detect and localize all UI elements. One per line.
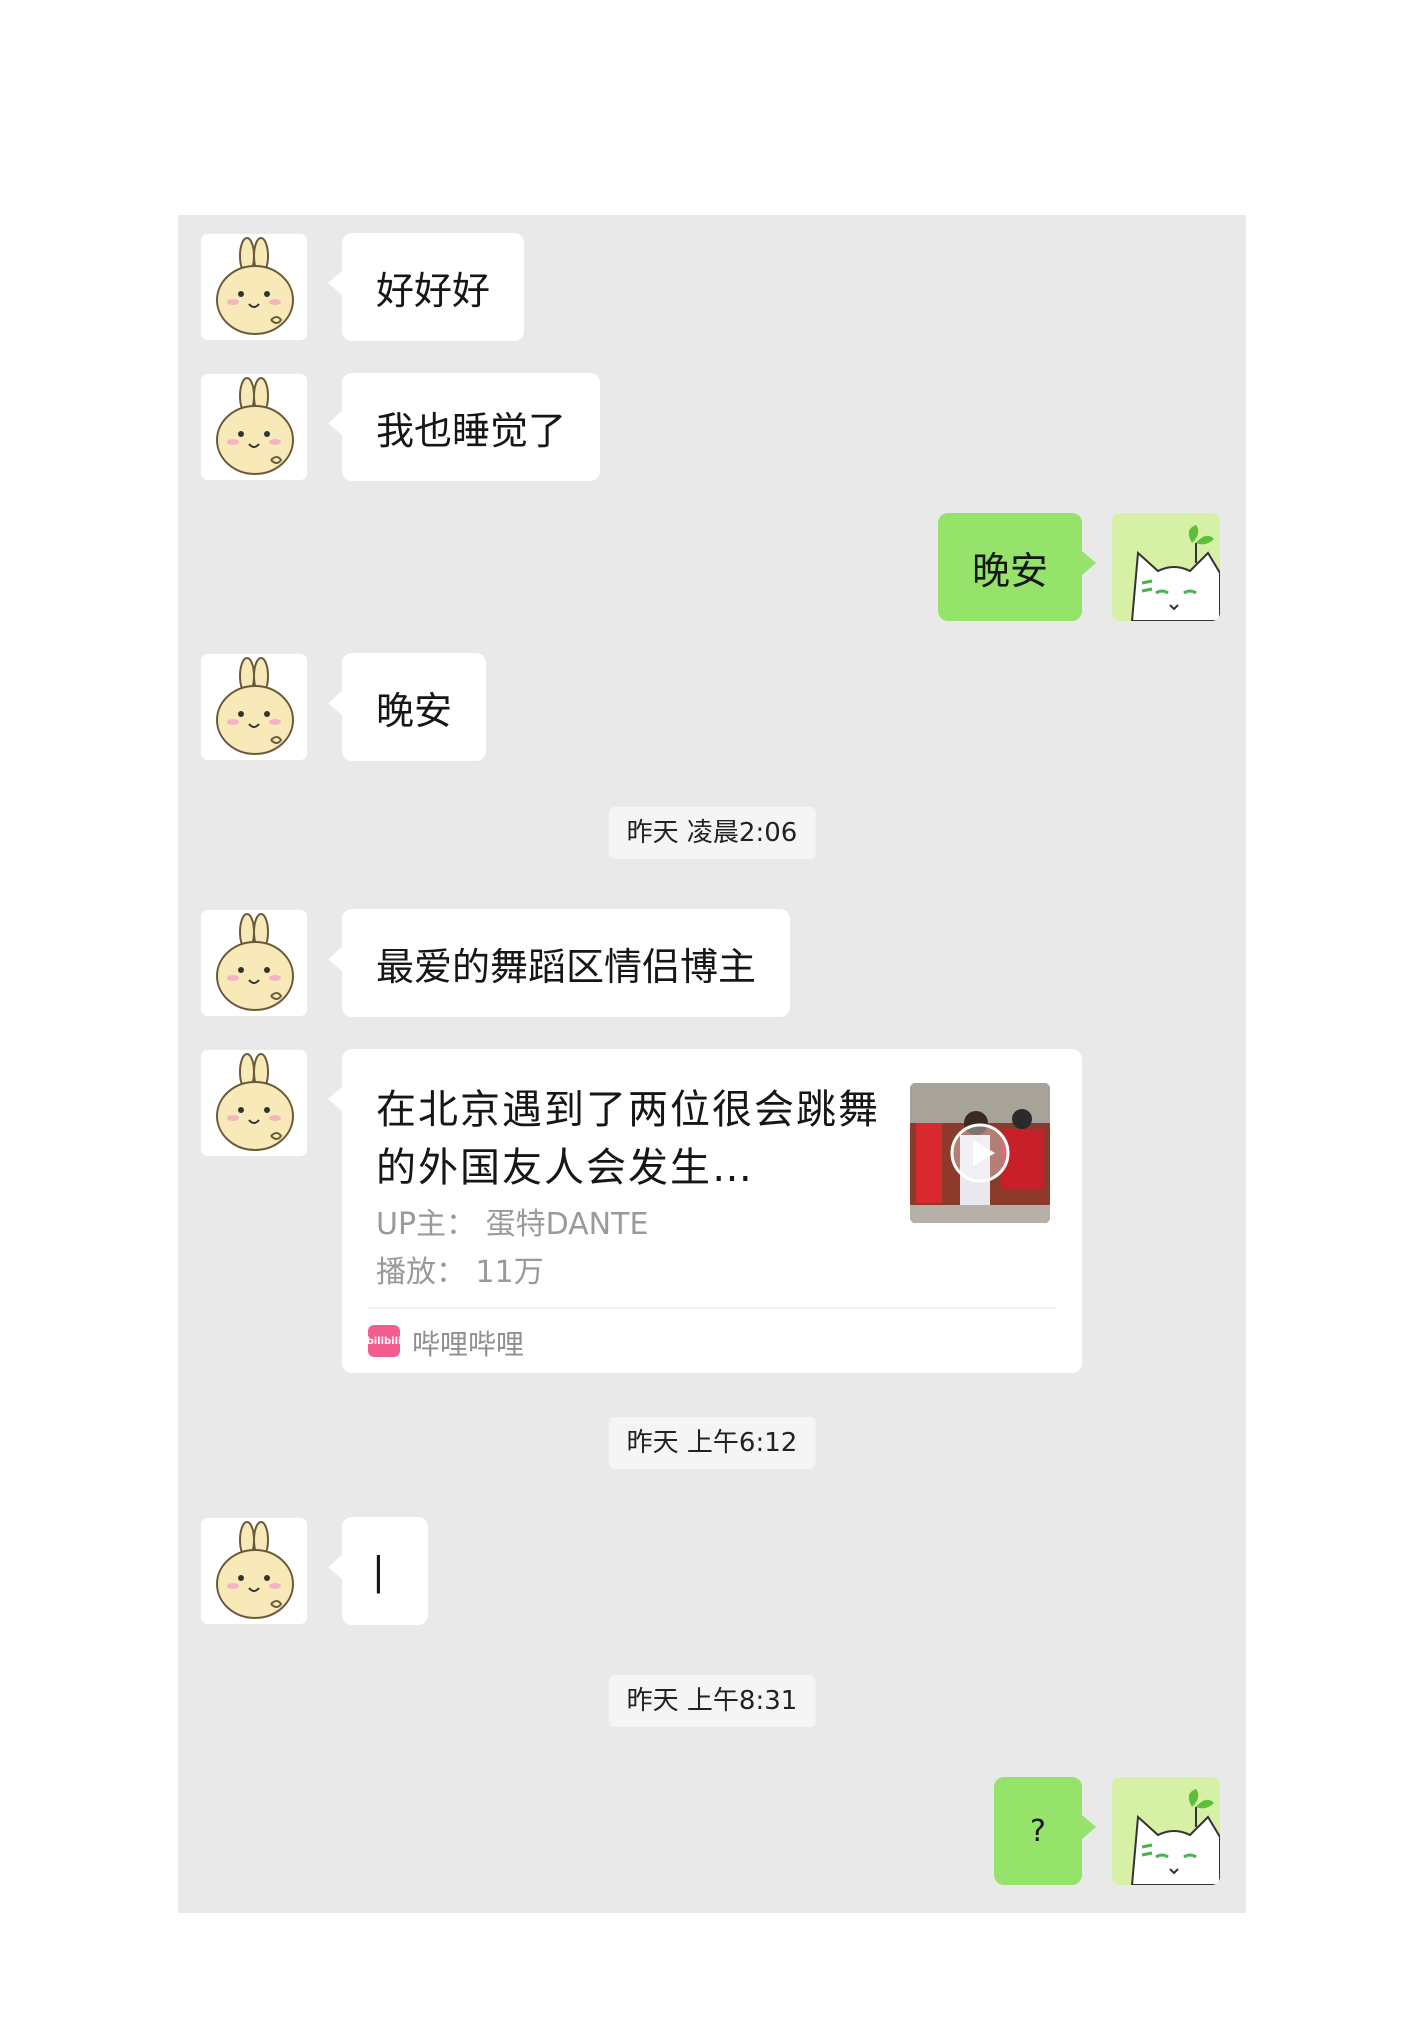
contact-avatar[interactable] — [200, 909, 308, 1017]
contact-avatar[interactable] — [200, 233, 308, 341]
cat-icon — [1130, 1789, 1220, 1885]
rabbit-icon — [216, 913, 294, 1011]
message-bubble[interactable]: 我也睡觉了 — [327, 373, 601, 481]
card-plays: 播放： 11万 — [376, 1255, 544, 1290]
timestamp: 昨天 上午8:31 — [608, 1675, 816, 1727]
self-avatar[interactable] — [1112, 513, 1220, 621]
card-source: 哔哩哔哩 — [412, 1328, 525, 1361]
message-bubble[interactable]: 最爱的舞蹈区情侣博主 — [327, 909, 791, 1017]
play-icon[interactable] — [948, 1121, 1012, 1185]
message-text: 晚安 — [971, 548, 1048, 593]
message-text: 我也睡觉了 — [376, 408, 567, 453]
message-text: 晚安 — [376, 688, 453, 733]
message-text: 好好好 — [376, 268, 491, 313]
contact-avatar[interactable] — [200, 373, 308, 481]
message-text: ? — [1030, 1813, 1046, 1849]
timestamp: 昨天 上午6:12 — [608, 1417, 816, 1469]
card-divider — [368, 1307, 1056, 1309]
bilibili-logo-icon: bilibili — [367, 1325, 401, 1357]
rabbit-icon — [216, 657, 294, 755]
timestamp: 昨天 凌晨2:06 — [608, 807, 816, 859]
rabbit-icon — [216, 377, 294, 475]
contact-avatar[interactable] — [200, 1049, 308, 1157]
bilibili-link-card[interactable]: 在北京遇到了两位很会跳舞的外国友人会发生… UP主： 蛋特DANTE 播放： 1… — [328, 1049, 1082, 1373]
card-title: 在北京遇到了两位很会跳舞的外国友人会发生… — [376, 1087, 880, 1191]
contact-avatar[interactable] — [200, 653, 308, 761]
rabbit-icon — [216, 237, 294, 335]
message-text: | — [372, 1549, 385, 1593]
message-bubble[interactable]: ? — [994, 1777, 1096, 1885]
chat-area: 好好好 我也睡觉了 晚安 晚安 昨天 凌晨2:06 最爱的舞蹈区情侣博主 在北京… — [178, 215, 1246, 1913]
card-uploader: UP主： 蛋特DANTE — [376, 1207, 649, 1242]
message-bubble[interactable]: | — [328, 1517, 428, 1625]
video-thumbnail[interactable] — [910, 1083, 1050, 1223]
self-avatar[interactable] — [1112, 1777, 1220, 1885]
rabbit-icon — [216, 1521, 294, 1619]
message-text: 最爱的舞蹈区情侣博主 — [376, 944, 757, 989]
message-bubble[interactable]: 好好好 — [327, 233, 525, 341]
cat-icon — [1130, 525, 1220, 621]
rabbit-icon — [216, 1053, 294, 1151]
contact-avatar[interactable] — [200, 1517, 308, 1625]
message-bubble[interactable]: 晚安 — [937, 513, 1097, 621]
message-bubble[interactable]: 晚安 — [327, 653, 487, 761]
